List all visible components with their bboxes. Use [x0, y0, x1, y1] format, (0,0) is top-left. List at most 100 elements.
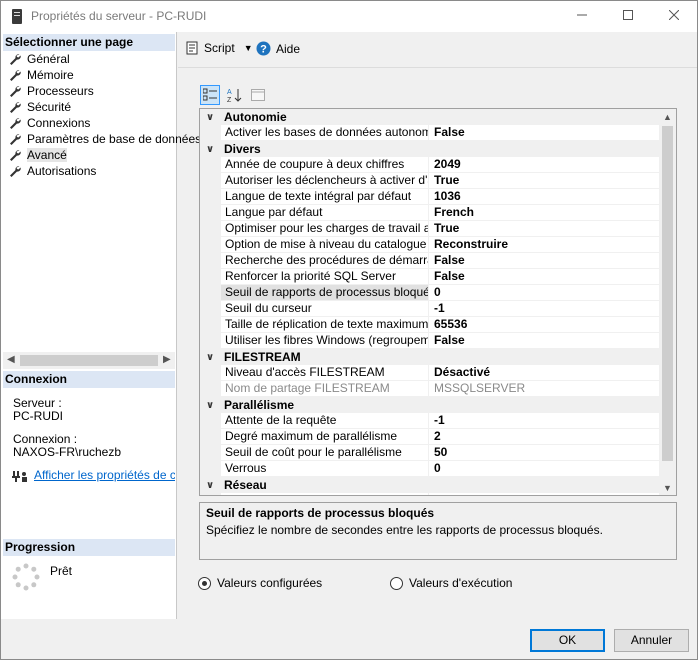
- page-item[interactable]: Connexions: [9, 115, 90, 131]
- property-row[interactable]: Seuil du curseur -1: [200, 301, 676, 317]
- property-row[interactable]: Autoriser les déclencheurs à activer d'a…: [200, 173, 676, 189]
- category-row[interactable]: ∨ Divers: [200, 141, 676, 157]
- property-row[interactable]: Langue par défaut French: [200, 205, 676, 221]
- property-pages-button[interactable]: [248, 85, 268, 105]
- collapse-chevron-icon[interactable]: ∨: [200, 144, 220, 155]
- property-value[interactable]: 50: [429, 445, 676, 461]
- property-row[interactable]: Nom de partage FILESTREAM MSSQLSERVER: [200, 381, 676, 397]
- property-value[interactable]: French: [429, 205, 676, 221]
- scroll-right-icon[interactable]: ▶: [163, 354, 171, 365]
- script-button[interactable]: Script ▼: [185, 41, 253, 55]
- property-name[interactable]: Seuil de rapports de processus bloqués: [221, 285, 429, 301]
- property-value[interactable]: 1036: [429, 189, 676, 205]
- property-value[interactable]: False: [429, 253, 676, 269]
- property-value[interactable]: True: [429, 173, 676, 189]
- property-row[interactable]: Degré maximum de parallélisme 2: [200, 429, 676, 445]
- property-value[interactable]: 0: [429, 285, 676, 301]
- property-row[interactable]: Seuil de coût pour le parallélisme 50: [200, 445, 676, 461]
- property-name[interactable]: Autoriser les déclencheurs à activer d'a…: [221, 173, 429, 189]
- property-value[interactable]: 2049: [429, 157, 676, 173]
- property-value[interactable]: 65536: [429, 317, 676, 333]
- property-name[interactable]: Verrous: [221, 461, 429, 477]
- property-value[interactable]: MSSQLSERVER: [429, 381, 676, 397]
- property-name[interactable]: Taille de réplication de texte maximum: [221, 317, 429, 333]
- property-value[interactable]: False: [429, 125, 676, 141]
- property-value[interactable]: -1: [429, 301, 676, 317]
- property-row[interactable]: Seuil de rapports de processus bloqués 0: [200, 285, 676, 301]
- property-row[interactable]: Verrous 0: [200, 461, 676, 477]
- close-button[interactable]: [651, 1, 697, 32]
- scroll-thumb[interactable]: [662, 126, 673, 461]
- property-row[interactable]: Année de coupure à deux chiffres 2049: [200, 157, 676, 173]
- scroll-down-icon[interactable]: ▼: [663, 483, 672, 493]
- property-name[interactable]: Utiliser les fibres Windows (regroupemen…: [221, 333, 429, 349]
- property-name[interactable]: Année de coupure à deux chiffres: [221, 157, 429, 173]
- property-name[interactable]: Délai d'attente de la requête à distance: [221, 493, 429, 495]
- page-item[interactable]: Mémoire: [9, 67, 74, 83]
- property-value[interactable]: -1: [429, 413, 676, 429]
- radio-checked-icon[interactable]: [198, 576, 211, 590]
- help-button[interactable]: ? Aide: [256, 41, 300, 56]
- scroll-thumb[interactable]: [20, 355, 158, 366]
- chevron-down-icon[interactable]: ▼: [244, 43, 253, 53]
- property-value[interactable]: 2: [429, 429, 676, 445]
- property-row[interactable]: Délai d'attente de la requête à distance…: [200, 493, 676, 495]
- property-value[interactable]: False: [429, 269, 676, 285]
- category-row[interactable]: ∨ Autonomie: [200, 109, 676, 125]
- property-value[interactable]: 10: [429, 493, 676, 495]
- collapse-chevron-icon[interactable]: ∨: [200, 112, 220, 123]
- page-item[interactable]: Sécurité: [9, 99, 71, 115]
- property-name[interactable]: Recherche des procédures de démarrage: [221, 253, 429, 269]
- cancel-button[interactable]: Annuler: [614, 629, 689, 652]
- running-values-radio[interactable]: Valeurs d'exécution: [390, 576, 512, 590]
- property-name[interactable]: Activer les bases de données autonomes: [221, 125, 429, 141]
- property-row[interactable]: Utiliser les fibres Windows (regroupemen…: [200, 333, 676, 349]
- page-item[interactable]: Paramètres de base de données: [9, 131, 201, 147]
- property-name[interactable]: Renforcer la priorité SQL Server: [221, 269, 429, 285]
- property-value[interactable]: False: [429, 333, 676, 349]
- property-name[interactable]: Seuil du curseur: [221, 301, 429, 317]
- property-name[interactable]: Option de mise à niveau du catalogue de …: [221, 237, 429, 253]
- property-row[interactable]: Niveau d'accès FILESTREAM Désactivé: [200, 365, 676, 381]
- property-name[interactable]: Niveau d'accès FILESTREAM: [221, 365, 429, 381]
- radio-unchecked-icon[interactable]: [390, 576, 403, 590]
- page-item[interactable]: Avancé: [9, 147, 67, 163]
- property-row[interactable]: Optimiser pour les charges de travail ad…: [200, 221, 676, 237]
- horizontal-scrollbar[interactable]: ◀ ▶: [3, 352, 175, 369]
- scroll-up-icon[interactable]: ▲: [663, 112, 672, 122]
- property-name[interactable]: Langue de texte intégral par défaut: [221, 189, 429, 205]
- collapse-chevron-icon[interactable]: ∨: [200, 352, 220, 363]
- property-name[interactable]: Degré maximum de parallélisme: [221, 429, 429, 445]
- minimize-button[interactable]: [559, 1, 605, 32]
- property-row[interactable]: Option de mise à niveau du catalogue de …: [200, 237, 676, 253]
- collapse-chevron-icon[interactable]: ∨: [200, 400, 220, 411]
- maximize-button[interactable]: [605, 1, 651, 32]
- page-item[interactable]: Général: [9, 51, 70, 67]
- property-row[interactable]: Langue de texte intégral par défaut 1036: [200, 189, 676, 205]
- property-row[interactable]: Attente de la requête -1: [200, 413, 676, 429]
- property-name[interactable]: Attente de la requête: [221, 413, 429, 429]
- alphabetical-sort-button[interactable]: A Z: [224, 85, 244, 105]
- property-name[interactable]: Langue par défaut: [221, 205, 429, 221]
- property-value[interactable]: True: [429, 221, 676, 237]
- property-value[interactable]: Reconstruire: [429, 237, 676, 253]
- collapse-chevron-icon[interactable]: ∨: [200, 480, 220, 491]
- property-row[interactable]: Activer les bases de données autonomes Fa…: [200, 125, 676, 141]
- property-value[interactable]: 0: [429, 461, 676, 477]
- ok-button[interactable]: OK: [530, 629, 605, 652]
- configured-values-radio[interactable]: Valeurs configurées: [198, 576, 390, 590]
- property-row[interactable]: Renforcer la priorité SQL Server False: [200, 269, 676, 285]
- page-item[interactable]: Autorisations: [9, 163, 96, 179]
- scroll-left-icon[interactable]: ◀: [7, 354, 15, 365]
- property-name[interactable]: Optimiser pour les charges de travail ad…: [221, 221, 429, 237]
- category-row[interactable]: ∨ Réseau: [200, 477, 676, 493]
- property-row[interactable]: Recherche des procédures de démarrage Fal…: [200, 253, 676, 269]
- category-row[interactable]: ∨ Parallélisme: [200, 397, 676, 413]
- category-row[interactable]: ∨ FILESTREAM: [200, 349, 676, 365]
- property-name[interactable]: Seuil de coût pour le parallélisme: [221, 445, 429, 461]
- property-value[interactable]: Désactivé: [429, 365, 676, 381]
- property-grid[interactable]: ∨ Autonomie Activer les bases de données a…: [199, 108, 677, 496]
- view-connection-properties-link[interactable]: Afficher les propriétés de connexion: [34, 468, 175, 482]
- property-name[interactable]: Nom de partage FILESTREAM: [221, 381, 429, 397]
- page-item[interactable]: Processeurs: [9, 83, 94, 99]
